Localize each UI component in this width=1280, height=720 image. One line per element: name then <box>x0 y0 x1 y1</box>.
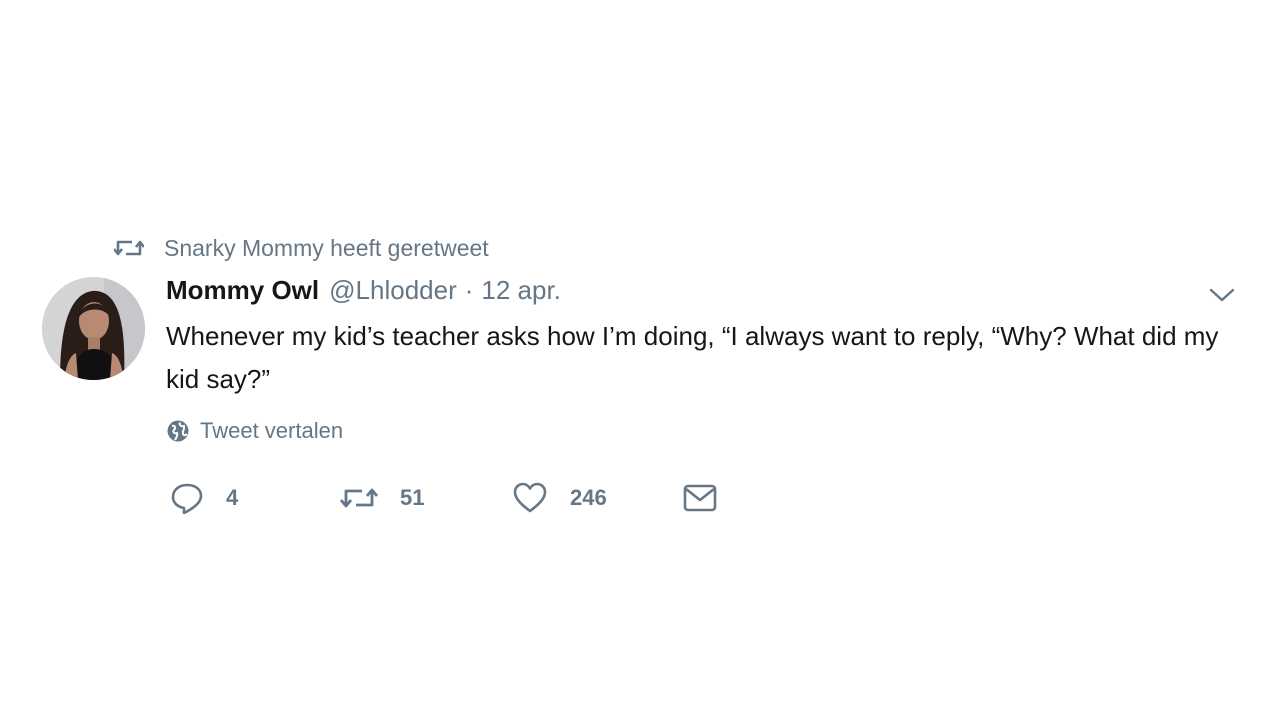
display-name[interactable]: Mommy Owl <box>166 275 319 306</box>
retweet-count: 51 <box>400 485 425 510</box>
retweet-context-label[interactable]: Snarky Mommy heeft geretweet <box>164 235 489 262</box>
like-button[interactable]: 246 <box>512 482 682 514</box>
like-count: 246 <box>570 485 607 510</box>
reply-count: 4 <box>226 485 239 510</box>
header-separator: · <box>464 275 474 305</box>
tweet-date[interactable]: 12 apr. <box>481 275 561 306</box>
translate-tweet-link[interactable]: Tweet vertalen <box>166 416 343 446</box>
globe-icon <box>166 419 190 443</box>
translate-label[interactable]: Tweet vertalen <box>200 418 343 444</box>
tweet-actions: 4 51 246 <box>170 478 740 518</box>
reply-icon <box>170 482 204 514</box>
tweet-header: Mommy Owl @Lhlodder · 12 apr. <box>166 275 561 311</box>
chevron-down-icon[interactable] <box>1208 285 1236 305</box>
reply-button[interactable]: 4 <box>170 482 340 514</box>
retweet-icon <box>340 483 378 513</box>
retweet-button[interactable]: 51 <box>340 483 512 513</box>
avatar[interactable] <box>42 277 145 380</box>
retweet-icon <box>114 236 144 260</box>
direct-message-button[interactable] <box>682 482 740 514</box>
retweet-context: Snarky Mommy heeft geretweet <box>114 232 489 264</box>
tweet: Snarky Mommy heeft geretweet Mommy Owl @… <box>0 0 1280 720</box>
user-handle[interactable]: @Lhlodder <box>329 275 457 306</box>
envelope-icon <box>682 482 718 514</box>
tweet-text: Whenever my kid’s teacher asks how I’m d… <box>166 321 1219 394</box>
heart-icon <box>512 482 548 514</box>
